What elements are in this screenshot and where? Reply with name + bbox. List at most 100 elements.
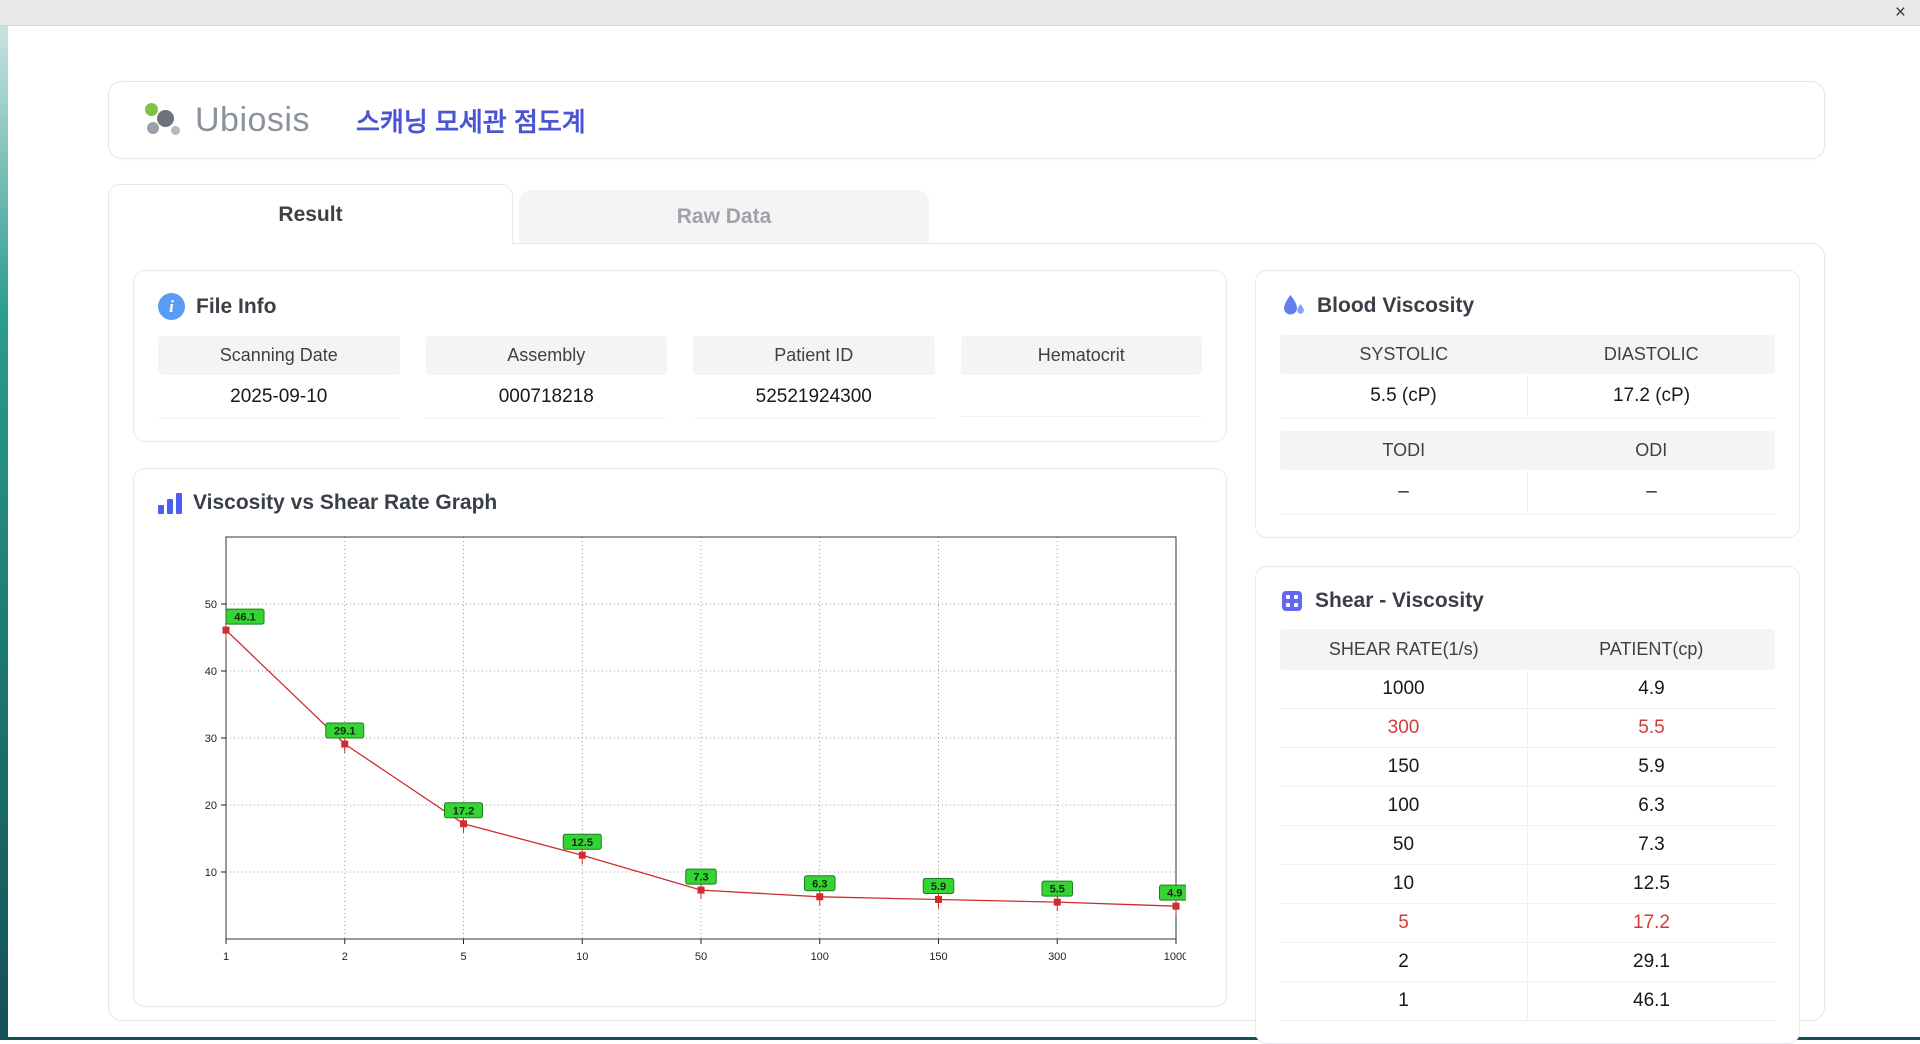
table-row: 1012.5 xyxy=(1280,865,1775,904)
bv-label: TODI xyxy=(1280,431,1528,470)
field-label: Hematocrit xyxy=(961,336,1203,375)
shear-viscosity-title-row: Shear - Viscosity xyxy=(1280,589,1775,613)
svg-text:300: 300 xyxy=(1048,951,1066,963)
table-row: 229.1 xyxy=(1280,943,1775,982)
svg-text:20: 20 xyxy=(205,800,217,812)
field-label: Scanning Date xyxy=(158,336,400,375)
shear-rate-column-header: SHEAR RATE(1/s) xyxy=(1280,629,1528,670)
bv-value: 5.5 (cP) xyxy=(1280,374,1528,418)
table-row: 10004.9 xyxy=(1280,670,1775,709)
table-row: 1006.3 xyxy=(1280,787,1775,826)
svg-text:6.3: 6.3 xyxy=(812,878,827,890)
svg-text:5.9: 5.9 xyxy=(931,881,946,893)
blood-viscosity-title-row: Blood Viscosity xyxy=(1280,293,1775,319)
shear-rate-cell: 300 xyxy=(1280,709,1528,747)
svg-text:4.9: 4.9 xyxy=(1167,888,1182,900)
patient-cell: 4.9 xyxy=(1528,670,1775,708)
logo-text: Ubiosis xyxy=(195,101,310,140)
shear-rate-cell: 2 xyxy=(1280,943,1528,981)
grid-table-icon xyxy=(1280,589,1304,613)
svg-text:1: 1 xyxy=(223,951,229,963)
file-info-field: Assembly000718218 xyxy=(426,336,668,419)
file-info-title: File Info xyxy=(196,295,277,319)
chart-area: 10203040501251050100150300100046.129.117… xyxy=(176,531,1202,984)
patient-column-header: PATIENT(cp) xyxy=(1528,629,1776,670)
logo-dots-icon xyxy=(143,98,185,142)
patient-cell: 7.3 xyxy=(1528,826,1775,864)
window-titlebar: × xyxy=(0,0,1920,26)
app-window: Ubiosis 스캐닝 모세관 점도계 Result Raw Data i Fi… xyxy=(8,26,1920,1037)
file-info-field: Patient ID52521924300 xyxy=(693,336,935,419)
bar-chart-icon xyxy=(158,492,182,514)
bv-value: – xyxy=(1528,470,1775,514)
svg-text:1000: 1000 xyxy=(1164,951,1186,963)
file-info-field: Scanning Date2025-09-10 xyxy=(158,336,400,419)
viscosity-chart: 10203040501251050100150300100046.129.117… xyxy=(176,531,1186,979)
svg-text:46.1: 46.1 xyxy=(234,612,255,624)
svg-text:150: 150 xyxy=(929,951,947,963)
svg-text:50: 50 xyxy=(695,951,707,963)
shear-viscosity-rows: 10004.93005.51505.91006.3507.31012.5517.… xyxy=(1280,670,1775,1021)
graph-title-row: Viscosity vs Shear Rate Graph xyxy=(158,491,1202,515)
svg-text:12.5: 12.5 xyxy=(572,837,593,849)
field-label: Patient ID xyxy=(693,336,935,375)
svg-text:29.1: 29.1 xyxy=(334,726,355,738)
svg-text:50: 50 xyxy=(205,599,217,611)
shear-rate-cell: 1000 xyxy=(1280,670,1528,708)
svg-text:5: 5 xyxy=(460,951,466,963)
water-drop-icon xyxy=(1280,293,1306,319)
blood-viscosity-title: Blood Viscosity xyxy=(1317,294,1474,318)
shear-viscosity-title: Shear - Viscosity xyxy=(1315,589,1484,613)
graph-title: Viscosity vs Shear Rate Graph xyxy=(193,491,497,515)
svg-text:10: 10 xyxy=(205,867,217,879)
close-icon[interactable]: × xyxy=(1895,1,1906,25)
bv-value: 17.2 (cP) xyxy=(1528,374,1775,418)
field-value: 52521924300 xyxy=(693,375,935,419)
shear-rate-cell: 5 xyxy=(1280,904,1528,942)
blood-viscosity-grid: SYSTOLICDIASTOLIC5.5 (cP)17.2 (cP)TODIOD… xyxy=(1280,335,1775,515)
patient-cell: 12.5 xyxy=(1528,865,1775,903)
bv-label: SYSTOLIC xyxy=(1280,335,1528,374)
bv-value-row: 5.5 (cP)17.2 (cP) xyxy=(1280,374,1775,419)
bv-header-row: SYSTOLICDIASTOLIC xyxy=(1280,335,1775,374)
desktop-background: × Ubiosis 스캐닝 모세관 점도계 Result Raw Data i … xyxy=(0,0,1920,1040)
app-header: Ubiosis 스캐닝 모세관 점도계 xyxy=(108,81,1825,159)
blood-viscosity-panel: Blood Viscosity SYSTOLICDIASTOLIC5.5 (cP… xyxy=(1255,270,1800,538)
tab-raw-data[interactable]: Raw Data xyxy=(519,190,929,243)
info-icon: i xyxy=(158,293,185,320)
svg-text:30: 30 xyxy=(205,733,217,745)
shear-viscosity-panel: Shear - Viscosity SHEAR RATE(1/s) PATIEN… xyxy=(1255,566,1800,1044)
file-info-title-row: i File Info xyxy=(158,293,1202,320)
right-column: Blood Viscosity SYSTOLICDIASTOLIC5.5 (cP… xyxy=(1255,270,1800,994)
patient-cell: 5.9 xyxy=(1528,748,1775,786)
svg-text:17.2: 17.2 xyxy=(453,805,474,817)
bv-label: DIASTOLIC xyxy=(1528,335,1776,374)
tab-bar: Result Raw Data xyxy=(108,184,1920,243)
file-info-panel: i File Info Scanning Date2025-09-10 Assem… xyxy=(133,270,1227,442)
bv-label: ODI xyxy=(1528,431,1776,470)
tab-result[interactable]: Result xyxy=(108,184,513,244)
shear-rate-cell: 1 xyxy=(1280,982,1528,1020)
table-row: 3005.5 xyxy=(1280,709,1775,748)
field-value: 2025-09-10 xyxy=(158,375,400,419)
svg-text:100: 100 xyxy=(811,951,829,963)
table-row: 1505.9 xyxy=(1280,748,1775,787)
ubiosis-logo: Ubiosis xyxy=(143,98,310,142)
field-value xyxy=(961,375,1203,417)
left-column: i File Info Scanning Date2025-09-10 Assem… xyxy=(133,270,1227,994)
patient-cell: 46.1 xyxy=(1528,982,1775,1020)
svg-text:2: 2 xyxy=(342,951,348,963)
patient-cell: 6.3 xyxy=(1528,787,1775,825)
svg-text:7.3: 7.3 xyxy=(693,872,708,884)
file-info-fields: Scanning Date2025-09-10 Assembly000718218… xyxy=(158,336,1202,419)
patient-cell: 29.1 xyxy=(1528,943,1775,981)
shear-table-header: SHEAR RATE(1/s) PATIENT(cp) xyxy=(1280,629,1775,670)
file-info-field: Hematocrit xyxy=(961,336,1203,419)
bv-header-row: TODIODI xyxy=(1280,431,1775,470)
patient-cell: 17.2 xyxy=(1528,904,1775,942)
field-label: Assembly xyxy=(426,336,668,375)
svg-text:5.5: 5.5 xyxy=(1050,884,1065,896)
app-title: 스캐닝 모세관 점도계 xyxy=(356,102,586,139)
field-value: 000718218 xyxy=(426,375,668,419)
table-row: 507.3 xyxy=(1280,826,1775,865)
